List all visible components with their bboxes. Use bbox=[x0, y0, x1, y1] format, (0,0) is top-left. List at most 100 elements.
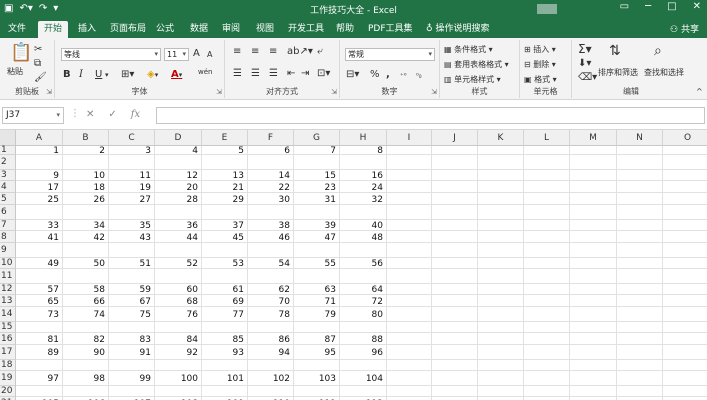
cell-A16[interactable]: 81 bbox=[16, 333, 63, 345]
row-header-17[interactable]: 17 bbox=[0, 345, 16, 360]
tab-2[interactable]: 插入 bbox=[72, 21, 102, 38]
collapse-ribbon-icon[interactable]: ^ bbox=[696, 86, 703, 98]
row-header-16[interactable]: 16 bbox=[0, 333, 16, 345]
cell-I4[interactable] bbox=[387, 181, 432, 193]
cell-N11[interactable] bbox=[617, 269, 663, 284]
cell-L2[interactable] bbox=[524, 155, 570, 170]
ribbon-display-icon[interactable]: ▭ bbox=[620, 1, 629, 12]
cell-E13[interactable]: 69 bbox=[202, 295, 248, 307]
cell-D9[interactable] bbox=[155, 243, 202, 258]
cell-E7[interactable]: 37 bbox=[202, 220, 248, 231]
cell-N3[interactable] bbox=[617, 170, 663, 181]
cell-L11[interactable] bbox=[524, 269, 570, 284]
cell-M1[interactable] bbox=[570, 146, 617, 155]
cell-I20[interactable] bbox=[387, 386, 432, 397]
cell-G7[interactable]: 39 bbox=[294, 220, 340, 231]
cell-O15[interactable] bbox=[663, 322, 707, 333]
row-header-9[interactable]: 9 bbox=[0, 243, 16, 258]
cell-O19[interactable] bbox=[663, 371, 707, 386]
column-header-A[interactable]: A bbox=[16, 130, 63, 146]
cell-I13[interactable] bbox=[387, 295, 432, 307]
column-header-I[interactable]: I bbox=[387, 130, 432, 146]
align-center-icon[interactable]: ☰ bbox=[251, 68, 260, 80]
grow-font-icon[interactable]: A bbox=[193, 48, 200, 60]
cell-C9[interactable] bbox=[109, 243, 155, 258]
cell-E12[interactable]: 61 bbox=[202, 284, 248, 295]
cell-C10[interactable]: 51 bbox=[109, 258, 155, 269]
tab-10[interactable]: PDF工具集 bbox=[362, 21, 419, 38]
cell-B2[interactable] bbox=[63, 155, 109, 170]
cell-M3[interactable] bbox=[570, 170, 617, 181]
cell-C15[interactable] bbox=[109, 322, 155, 333]
cell-C20[interactable] bbox=[109, 386, 155, 397]
cell-L12[interactable] bbox=[524, 284, 570, 295]
format-painter-icon[interactable]: 🖌 bbox=[34, 72, 47, 84]
cell-F12[interactable]: 62 bbox=[248, 284, 294, 295]
cell-J3[interactable] bbox=[432, 170, 478, 181]
cell-C3[interactable]: 11 bbox=[109, 170, 155, 181]
cell-N12[interactable] bbox=[617, 284, 663, 295]
cell-B10[interactable]: 50 bbox=[63, 258, 109, 269]
row-header-19[interactable]: 19 bbox=[0, 371, 16, 386]
cell-J16[interactable] bbox=[432, 333, 478, 345]
cell-I18[interactable] bbox=[387, 360, 432, 371]
cell-N18[interactable] bbox=[617, 360, 663, 371]
cell-J18[interactable] bbox=[432, 360, 478, 371]
cell-G6[interactable] bbox=[294, 205, 340, 220]
increase-decimal-icon[interactable]: ⁺⁰ bbox=[400, 70, 407, 82]
cell-D11[interactable] bbox=[155, 269, 202, 284]
cell-O4[interactable] bbox=[663, 181, 707, 193]
cell-M15[interactable] bbox=[570, 322, 617, 333]
cell-H16[interactable]: 88 bbox=[340, 333, 387, 345]
cell-B18[interactable] bbox=[63, 360, 109, 371]
cell-M17[interactable] bbox=[570, 345, 617, 360]
cell-D12[interactable]: 60 bbox=[155, 284, 202, 295]
cell-E11[interactable] bbox=[202, 269, 248, 284]
row-header-15[interactable]: 15 bbox=[0, 322, 16, 333]
cell-D7[interactable]: 36 bbox=[155, 220, 202, 231]
cell-H17[interactable]: 96 bbox=[340, 345, 387, 360]
tell-me-search[interactable]: ♁ 操作说明搜索 bbox=[420, 21, 495, 38]
cell-I6[interactable] bbox=[387, 205, 432, 220]
cell-H2[interactable] bbox=[340, 155, 387, 170]
row-header-13[interactable]: 13 bbox=[0, 295, 16, 307]
cell-M7[interactable] bbox=[570, 220, 617, 231]
cell-O9[interactable] bbox=[663, 243, 707, 258]
cell-K17[interactable] bbox=[478, 345, 524, 360]
cell-G18[interactable] bbox=[294, 360, 340, 371]
cell-N16[interactable] bbox=[617, 333, 663, 345]
cell-N6[interactable] bbox=[617, 205, 663, 220]
cell-C19[interactable]: 99 bbox=[109, 371, 155, 386]
cell-D10[interactable]: 52 bbox=[155, 258, 202, 269]
cell-F14[interactable]: 78 bbox=[248, 307, 294, 322]
cell-A13[interactable]: 65 bbox=[16, 295, 63, 307]
cell-N10[interactable] bbox=[617, 258, 663, 269]
cell-N14[interactable] bbox=[617, 307, 663, 322]
cell-O6[interactable] bbox=[663, 205, 707, 220]
column-header-M[interactable]: M bbox=[570, 130, 617, 146]
cell-L13[interactable] bbox=[524, 295, 570, 307]
cell-J2[interactable] bbox=[432, 155, 478, 170]
alignment-launcher-icon[interactable]: ⇲ bbox=[331, 88, 337, 96]
row-header-5[interactable]: 5 bbox=[0, 193, 16, 205]
column-header-B[interactable]: B bbox=[63, 130, 109, 146]
cell-L18[interactable] bbox=[524, 360, 570, 371]
cell-N2[interactable] bbox=[617, 155, 663, 170]
cell-I3[interactable] bbox=[387, 170, 432, 181]
cell-M10[interactable] bbox=[570, 258, 617, 269]
cell-N19[interactable] bbox=[617, 371, 663, 386]
cell-B9[interactable] bbox=[63, 243, 109, 258]
orientation-icon[interactable]: ab↗▾ bbox=[287, 46, 313, 58]
cell-B19[interactable]: 98 bbox=[63, 371, 109, 386]
cell-N15[interactable] bbox=[617, 322, 663, 333]
clipboard-launcher-icon[interactable]: ⇲ bbox=[46, 88, 52, 96]
cell-J8[interactable] bbox=[432, 231, 478, 243]
cell-D14[interactable]: 76 bbox=[155, 307, 202, 322]
cell-G3[interactable]: 15 bbox=[294, 170, 340, 181]
cell-D8[interactable]: 44 bbox=[155, 231, 202, 243]
cell-M20[interactable] bbox=[570, 386, 617, 397]
cell-A9[interactable] bbox=[16, 243, 63, 258]
cell-J10[interactable] bbox=[432, 258, 478, 269]
cell-K15[interactable] bbox=[478, 322, 524, 333]
cell-B11[interactable] bbox=[63, 269, 109, 284]
